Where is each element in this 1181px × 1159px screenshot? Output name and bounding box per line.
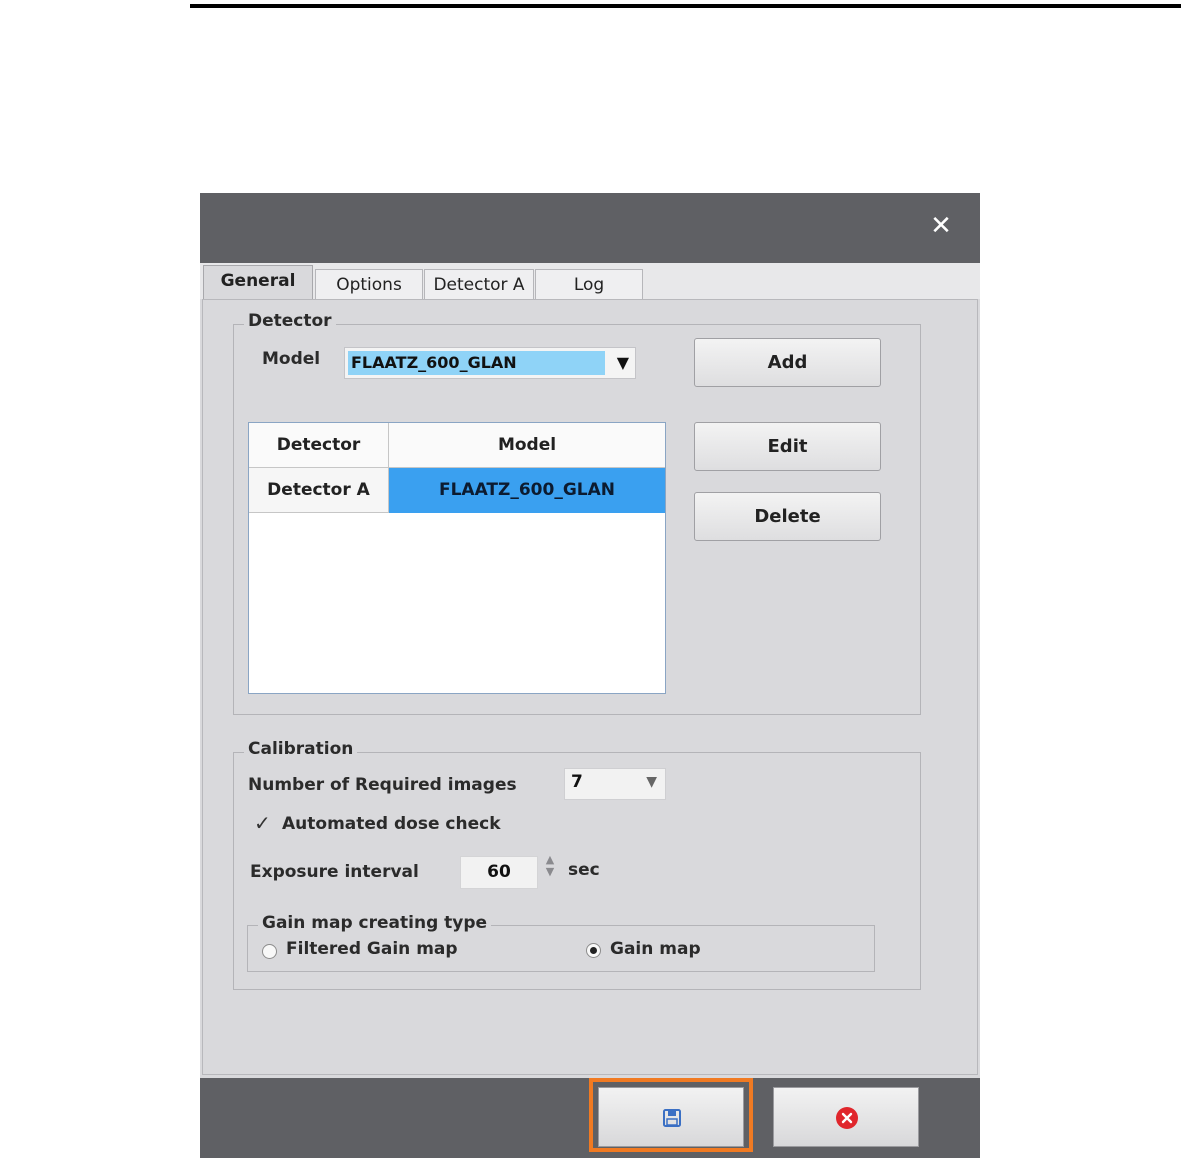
exposure-interval-label: Exposure interval — [250, 862, 419, 882]
edit-button[interactable]: Edit — [694, 422, 881, 471]
chevron-down-icon: ▼ — [646, 774, 657, 790]
radio-gain-map[interactable] — [586, 943, 601, 958]
cancel-icon — [836, 1107, 858, 1129]
model-label: Model — [262, 349, 321, 369]
tab-options[interactable]: Options — [315, 269, 423, 299]
detector-legend: Detector — [244, 311, 336, 331]
tab-strip: General Options Detector A Log — [200, 263, 980, 300]
table-header-model: Model — [389, 423, 665, 468]
table-header-detector: Detector — [249, 423, 389, 468]
model-select[interactable]: FLAATZ_600_GLAN ▼ — [344, 347, 636, 379]
dialog-footer — [200, 1078, 980, 1158]
delete-button[interactable]: Delete — [694, 492, 881, 541]
required-images-label: Number of Required images — [248, 775, 517, 795]
close-icon[interactable]: ✕ — [926, 211, 956, 241]
required-images-value: 7 — [571, 772, 583, 792]
chevron-down-icon: ▼ — [616, 353, 629, 372]
gain-map-legend: Gain map creating type — [258, 913, 492, 933]
top-rule — [190, 4, 1181, 8]
spin-down-icon[interactable]: ▼ — [543, 866, 557, 878]
detector-table: Detector Model Detector A FLAATZ_600_GLA… — [248, 422, 666, 694]
table-row-model-cell[interactable]: FLAATZ_600_GLAN — [389, 468, 665, 513]
model-select-value: FLAATZ_600_GLAN — [348, 351, 605, 375]
auto-dose-label: Automated dose check — [282, 814, 501, 834]
calibration-group: Calibration Number of Required images 7 … — [233, 739, 921, 990]
radio-filtered-gain-map[interactable] — [262, 944, 277, 959]
tab-detector-a[interactable]: Detector A — [424, 269, 534, 299]
gain-map-group: Gain map creating type Filtered Gain map… — [247, 913, 875, 972]
settings-dialog: ✕ General Options Detector A Log Detecto… — [200, 193, 980, 1158]
calibration-legend: Calibration — [244, 739, 358, 759]
tab-content-general: Detector Model FLAATZ_600_GLAN ▼ Add Edi… — [202, 299, 978, 1075]
exposure-interval-input[interactable]: 60 — [460, 856, 538, 889]
detector-group: Detector Model FLAATZ_600_GLAN ▼ Add Edi… — [233, 311, 921, 715]
gain-map-label: Gain map — [610, 939, 701, 959]
required-images-select[interactable]: 7 ▼ — [564, 768, 666, 800]
table-row-detector-cell[interactable]: Detector A — [249, 468, 389, 513]
add-button[interactable]: Add — [694, 338, 881, 387]
checkmark-icon[interactable]: ✓ — [254, 811, 271, 835]
exposure-unit: sec — [568, 860, 600, 880]
save-button[interactable] — [598, 1087, 744, 1147]
tab-log[interactable]: Log — [535, 269, 643, 299]
tab-general[interactable]: General — [203, 265, 313, 300]
floppy-disk-icon — [663, 1109, 681, 1127]
filtered-gain-map-label: Filtered Gain map — [286, 939, 458, 959]
title-bar: ✕ — [200, 193, 980, 263]
cancel-button[interactable] — [773, 1087, 919, 1147]
exposure-spinner[interactable]: ▲ ▼ — [543, 854, 557, 890]
